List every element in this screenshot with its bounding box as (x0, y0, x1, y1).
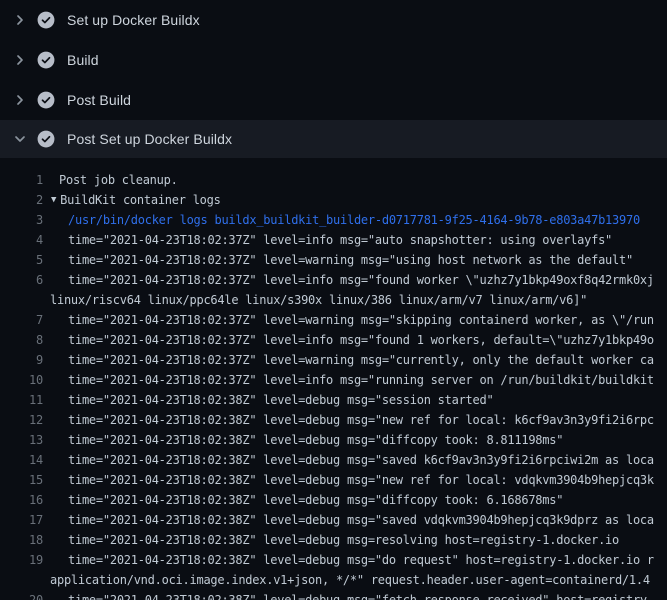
log-text: time="2021-04-23T18:02:38Z" level=debug … (68, 550, 654, 570)
line-number[interactable]: 10 (0, 370, 43, 390)
check-circle-icon (37, 91, 55, 109)
log-text: time="2021-04-23T18:02:38Z" level=debug … (68, 430, 563, 450)
log-line: ▼ application/vnd.oci.image.index.v1+jso… (0, 570, 667, 590)
log-text: time="2021-04-23T18:02:37Z" level=warnin… (68, 250, 633, 270)
log-text: time="2021-04-23T18:02:38Z" level=debug … (68, 470, 654, 490)
log-line: 20 ▼ time="2021-04-23T18:02:38Z" level=d… (0, 590, 667, 600)
line-number[interactable]: 9 (0, 350, 43, 370)
step-list: Set up Docker Buildx Build P (0, 0, 667, 158)
log-text: time="2021-04-23T18:02:38Z" level=debug … (68, 450, 654, 470)
chevron-right-icon (12, 12, 28, 28)
log-line: 12 ▼ time="2021-04-23T18:02:38Z" level=d… (0, 410, 667, 430)
log-text: BuildKit container logs (60, 190, 220, 210)
log-text: time="2021-04-23T18:02:38Z" level=debug … (68, 410, 654, 430)
log-text: time="2021-04-23T18:02:38Z" level=debug … (68, 390, 493, 410)
log-text: linux/riscv64 linux/ppc64le linux/s390x … (50, 290, 587, 310)
log-line: 11 ▼ time="2021-04-23T18:02:38Z" level=d… (0, 390, 667, 410)
log-text: time="2021-04-23T18:02:37Z" level=info m… (68, 370, 654, 390)
line-number[interactable]: 20 (0, 590, 43, 600)
log-line: 14 ▼ time="2021-04-23T18:02:38Z" level=d… (0, 450, 667, 470)
step-header-post-set-up-docker-buildx[interactable]: Post Set up Docker Buildx (0, 120, 667, 158)
log-line: 18 ▼ time="2021-04-23T18:02:38Z" level=d… (0, 530, 667, 550)
line-number[interactable]: 17 (0, 510, 43, 530)
log-line: 3 ▼ /usr/bin/docker logs buildx_buildkit… (0, 210, 667, 230)
line-number[interactable]: 3 (0, 210, 43, 230)
log-line: 6 ▼ time="2021-04-23T18:02:37Z" level=in… (0, 270, 667, 290)
log-line: 5 ▼ time="2021-04-23T18:02:37Z" level=wa… (0, 250, 667, 270)
line-number[interactable]: 1 (0, 170, 43, 190)
log-text: time="2021-04-23T18:02:38Z" level=debug … (68, 530, 619, 550)
log-text: time="2021-04-23T18:02:38Z" level=debug … (68, 510, 654, 530)
line-number[interactable]: 11 (0, 390, 43, 410)
log-line: ▼ linux/riscv64 linux/ppc64le linux/s390… (0, 290, 667, 310)
log-line: 8 ▼ time="2021-04-23T18:02:37Z" level=in… (0, 330, 667, 350)
line-number[interactable] (0, 570, 43, 590)
command-text: /usr/bin/docker logs buildx_buildkit_bui… (68, 210, 640, 230)
line-number[interactable]: 16 (0, 490, 43, 510)
log-text: time="2021-04-23T18:02:38Z" level=debug … (68, 590, 654, 600)
step-title: Post Set up Docker Buildx (67, 131, 232, 147)
step-title: Build (67, 52, 99, 68)
line-number[interactable]: 2 (0, 190, 43, 210)
step-header-set-up-docker-buildx[interactable]: Set up Docker Buildx (0, 0, 667, 40)
line-number[interactable]: 6 (0, 270, 43, 290)
log-text: time="2021-04-23T18:02:38Z" level=debug … (68, 490, 563, 510)
log-line: 19 ▼ time="2021-04-23T18:02:38Z" level=d… (0, 550, 667, 570)
log-text: Post job cleanup. (59, 170, 178, 190)
log-text: time="2021-04-23T18:02:37Z" level=warnin… (68, 350, 654, 370)
log-line: 10 ▼ time="2021-04-23T18:02:37Z" level=i… (0, 370, 667, 390)
check-circle-icon (37, 11, 55, 29)
line-number[interactable]: 19 (0, 550, 43, 570)
check-circle-icon (37, 51, 55, 69)
log-text: application/vnd.oci.image.index.v1+json,… (50, 570, 650, 590)
line-number[interactable]: 4 (0, 230, 43, 250)
chevron-down-icon (12, 131, 28, 147)
chevron-right-icon (12, 52, 28, 68)
line-number[interactable]: 15 (0, 470, 43, 490)
line-number[interactable]: 5 (0, 250, 43, 270)
step-title: Post Build (67, 92, 131, 108)
step-header-post-build[interactable]: Post Build (0, 80, 667, 120)
log-text: time="2021-04-23T18:02:37Z" level=info m… (68, 330, 654, 350)
log-text: time="2021-04-23T18:02:37Z" level=info m… (68, 230, 612, 250)
step-title: Set up Docker Buildx (67, 12, 200, 28)
line-number[interactable]: 12 (0, 410, 43, 430)
log-text: time="2021-04-23T18:02:37Z" level=info m… (68, 270, 654, 290)
log-line: 2 ▼ BuildKit container logs (0, 190, 667, 210)
check-circle-icon (37, 130, 55, 148)
actions-log-viewer: Set up Docker Buildx Build P (0, 0, 667, 600)
line-number[interactable]: 7 (0, 310, 43, 330)
group-caret-icon[interactable]: ▼ (51, 190, 56, 210)
log-panel: 1 ▼ Post job cleanup. 2 ▼ BuildKit conta… (0, 158, 667, 600)
line-number[interactable]: 14 (0, 450, 43, 470)
log-line: 1 ▼ Post job cleanup. (0, 170, 667, 190)
step-header-build[interactable]: Build (0, 40, 667, 80)
log-line: 16 ▼ time="2021-04-23T18:02:38Z" level=d… (0, 490, 667, 510)
log-text: time="2021-04-23T18:02:37Z" level=warnin… (68, 310, 654, 330)
line-number[interactable]: 18 (0, 530, 43, 550)
log-line: 9 ▼ time="2021-04-23T18:02:37Z" level=wa… (0, 350, 667, 370)
chevron-right-icon (12, 92, 28, 108)
log-line: 15 ▼ time="2021-04-23T18:02:38Z" level=d… (0, 470, 667, 490)
line-number[interactable]: 8 (0, 330, 43, 350)
line-number[interactable]: 13 (0, 430, 43, 450)
log-line: 7 ▼ time="2021-04-23T18:02:37Z" level=wa… (0, 310, 667, 330)
log-line: 4 ▼ time="2021-04-23T18:02:37Z" level=in… (0, 230, 667, 250)
log-line: 13 ▼ time="2021-04-23T18:02:38Z" level=d… (0, 430, 667, 450)
log-line: 17 ▼ time="2021-04-23T18:02:38Z" level=d… (0, 510, 667, 530)
line-number[interactable] (0, 290, 43, 310)
